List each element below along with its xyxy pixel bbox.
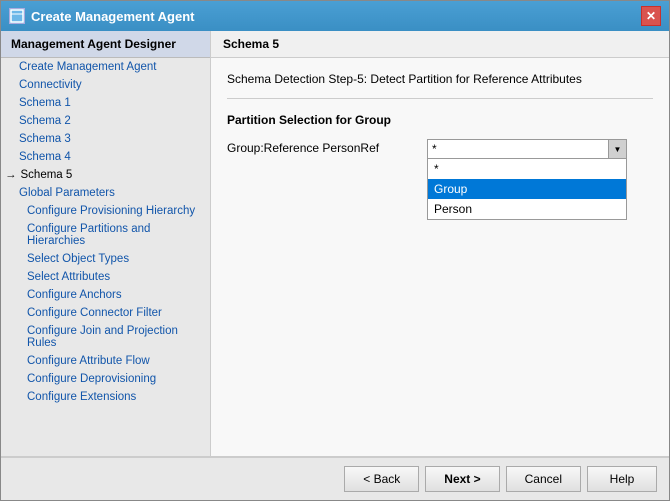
main-header: Schema 5 <box>211 31 669 58</box>
window-icon <box>9 8 25 24</box>
dropdown-list: * Group Person <box>427 159 627 220</box>
sidebar-item-schema1[interactable]: Schema 1 <box>1 94 210 112</box>
next-button[interactable]: Next > <box>425 466 499 492</box>
divider <box>227 98 653 99</box>
sidebar-item-attribute-flow[interactable]: Configure Attribute Flow <box>1 352 210 370</box>
content-area: Management Agent Designer Create Managem… <box>1 31 669 456</box>
sidebar-item-join-projection[interactable]: Configure Join and Projection Rules <box>1 322 210 352</box>
sidebar-item-schema4[interactable]: Schema 4 <box>1 148 210 166</box>
window-title: Create Management Agent <box>31 9 195 24</box>
main-panel: Schema 5 Schema Detection Step-5: Detect… <box>211 31 669 456</box>
sidebar-item-prov-hierarchy[interactable]: Configure Provisioning Hierarchy <box>1 202 210 220</box>
partition-section-label: Partition Selection for Group <box>227 113 653 127</box>
sidebar-item-object-types[interactable]: Select Object Types <box>1 250 210 268</box>
back-button[interactable]: < Back <box>344 466 419 492</box>
sidebar-item-anchors[interactable]: Configure Anchors <box>1 286 210 304</box>
main-content: Schema Detection Step-5: Detect Partitio… <box>211 58 669 456</box>
dropdown-container[interactable]: * ▼ * Group Person <box>427 139 627 159</box>
field-row: Group:Reference PersonRef * ▼ * Group <box>227 139 653 159</box>
close-button[interactable]: ✕ <box>641 6 661 26</box>
sidebar-item-connectivity[interactable]: Connectivity <box>1 76 210 94</box>
help-button[interactable]: Help <box>587 466 657 492</box>
sidebar-item-create[interactable]: Create Management Agent <box>1 58 210 76</box>
dropdown-option-star[interactable]: * <box>428 159 626 179</box>
field-label: Group:Reference PersonRef <box>227 139 427 155</box>
cancel-button[interactable]: Cancel <box>506 466 581 492</box>
sidebar-item-deprovisioning[interactable]: Configure Deprovisioning <box>1 370 210 388</box>
dropdown-option-person[interactable]: Person <box>428 199 626 219</box>
title-bar: Create Management Agent ✕ <box>1 1 669 31</box>
sidebar-item-schema5[interactable]: Schema 5 <box>1 166 210 184</box>
sidebar-item-extensions[interactable]: Configure Extensions <box>1 388 210 406</box>
sidebar: Management Agent Designer Create Managem… <box>1 31 211 456</box>
step-title: Schema Detection Step-5: Detect Partitio… <box>227 72 653 86</box>
sidebar-item-schema3[interactable]: Schema 3 <box>1 130 210 148</box>
dropdown-value: * <box>432 142 606 156</box>
dropdown-option-group[interactable]: Group <box>428 179 626 199</box>
sidebar-header: Management Agent Designer <box>1 31 210 58</box>
sidebar-item-partitions[interactable]: Configure Partitions and Hierarchies <box>1 220 210 250</box>
sidebar-item-global[interactable]: Global Parameters <box>1 184 210 202</box>
sidebar-item-connector-filter[interactable]: Configure Connector Filter <box>1 304 210 322</box>
dropdown-arrow-icon[interactable]: ▼ <box>608 140 626 158</box>
sidebar-item-attributes[interactable]: Select Attributes <box>1 268 210 286</box>
dropdown-display[interactable]: * ▼ <box>427 139 627 159</box>
footer: < Back Next > Cancel Help <box>1 456 669 500</box>
sidebar-item-schema2[interactable]: Schema 2 <box>1 112 210 130</box>
main-window: Create Management Agent ✕ Management Age… <box>0 0 670 501</box>
